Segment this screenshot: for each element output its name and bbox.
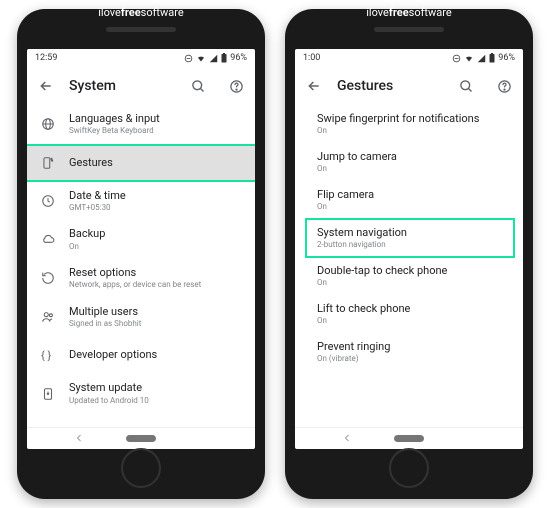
help-button[interactable]	[227, 77, 245, 95]
row-title: Gestures	[69, 156, 241, 170]
phone-frame-left: ilovefreesoftware 12:59 96% System	[17, 9, 265, 499]
row-users[interactable]: Multiple usersSigned in as Shobhit	[27, 298, 255, 337]
braces-icon: { }	[41, 349, 69, 362]
gestures-list: Swipe fingerprint for notificationsOn Ju…	[295, 105, 523, 427]
users-icon	[41, 310, 69, 324]
row-sub: On (vibrate)	[317, 354, 509, 364]
row-title: Swipe fingerprint for notifications	[317, 112, 509, 126]
row-sub: SwiftKey Beta Keyboard	[69, 126, 241, 136]
row-title: Developer options	[69, 348, 241, 362]
row-title: Flip camera	[317, 188, 509, 202]
row-double-tap[interactable]: Double-tap to check phoneOn	[295, 257, 523, 295]
battery-text: 96%	[498, 53, 515, 63]
back-button[interactable]	[305, 77, 323, 95]
battery-text: 96%	[230, 53, 247, 63]
status-bar: 1:00 96%	[295, 49, 523, 67]
row-datetime[interactable]: Date & timeGMT+05:30	[27, 182, 255, 221]
row-title: Backup	[69, 227, 241, 241]
cloud-icon	[41, 233, 69, 247]
status-bar: 12:59 96%	[27, 49, 255, 67]
nav-home-pill[interactable]	[126, 435, 156, 442]
row-developer[interactable]: { } Developer options	[27, 336, 255, 374]
globe-icon	[41, 117, 69, 131]
dnd-icon	[184, 54, 193, 63]
row-title: Reset options	[69, 266, 241, 280]
row-reset[interactable]: Reset optionsNetwork, apps, or device ca…	[27, 259, 255, 298]
row-jump-camera[interactable]: Jump to cameraOn	[295, 143, 523, 181]
clock-icon	[41, 194, 69, 208]
page-title: System	[69, 78, 175, 94]
battery-icon	[221, 53, 227, 63]
update-icon	[41, 387, 69, 401]
row-sub: On	[317, 202, 509, 212]
row-sub: On	[317, 164, 509, 174]
reset-icon	[41, 271, 69, 285]
page-title: Gestures	[337, 78, 443, 94]
nav-back-button[interactable]	[73, 429, 85, 448]
row-sub: 2-button navigation	[317, 240, 509, 250]
row-title: Double-tap to check phone	[317, 264, 509, 278]
nav-bar	[27, 427, 255, 449]
row-sub: On	[317, 278, 509, 288]
help-button[interactable]	[495, 77, 513, 95]
status-icons: 96%	[184, 53, 247, 63]
row-languages[interactable]: Languages & inputSwiftKey Beta Keyboard	[27, 105, 255, 144]
app-bar: System	[27, 67, 255, 105]
row-update[interactable]: System updateUpdated to Android 10	[27, 374, 255, 413]
wifi-icon	[196, 54, 206, 63]
brand-label: ilovefreesoftware	[366, 6, 451, 19]
nav-home-pill[interactable]	[394, 435, 424, 442]
dnd-icon	[452, 54, 461, 63]
phone-frame-right: ilovefreesoftware 1:00 96% Gestures	[285, 9, 533, 499]
screen-left: 12:59 96% System	[27, 49, 255, 449]
row-system-navigation[interactable]: System navigation2-button navigation	[295, 219, 523, 257]
signal-icon	[477, 54, 486, 63]
row-title: System update	[69, 381, 241, 395]
row-title: Lift to check phone	[317, 302, 509, 316]
back-button[interactable]	[37, 77, 55, 95]
gesture-icon	[41, 156, 69, 170]
row-title: Prevent ringing	[317, 340, 509, 354]
row-sub: Updated to Android 10	[69, 396, 241, 406]
row-title: Date & time	[69, 189, 241, 203]
signal-icon	[209, 54, 218, 63]
row-sub: Signed in as Shobhit	[69, 319, 241, 329]
row-fingerprint[interactable]: Swipe fingerprint for notificationsOn	[295, 105, 523, 143]
row-title: System navigation	[317, 226, 509, 240]
row-lift-check[interactable]: Lift to check phoneOn	[295, 295, 523, 333]
brand-label: ilovefreesoftware	[98, 6, 183, 19]
row-title: Languages & input	[69, 112, 241, 126]
row-sub: Network, apps, or device can be reset	[69, 280, 241, 290]
row-flip-camera[interactable]: Flip cameraOn	[295, 181, 523, 219]
row-title: Jump to camera	[317, 150, 509, 164]
clock: 12:59	[35, 53, 57, 63]
search-button[interactable]	[189, 77, 207, 95]
search-button[interactable]	[457, 77, 475, 95]
nav-back-button[interactable]	[341, 429, 353, 448]
row-backup[interactable]: BackupOn	[27, 220, 255, 259]
row-sub: On	[317, 316, 509, 326]
app-bar: Gestures	[295, 67, 523, 105]
wifi-icon	[464, 54, 474, 63]
row-prevent-ringing[interactable]: Prevent ringingOn (vibrate)	[295, 333, 523, 371]
screen-right: 1:00 96% Gestures Swipe fingerpr	[295, 49, 523, 449]
row-sub: On	[69, 242, 241, 252]
nav-bar	[295, 427, 523, 449]
clock: 1:00	[303, 53, 320, 63]
battery-icon	[489, 53, 495, 63]
row-sub: On	[317, 126, 509, 136]
row-title: Multiple users	[69, 305, 241, 319]
row-gestures[interactable]: Gestures	[27, 144, 255, 182]
row-sub: GMT+05:30	[69, 203, 241, 213]
status-icons: 96%	[452, 53, 515, 63]
settings-list: Languages & inputSwiftKey Beta Keyboard …	[27, 105, 255, 427]
